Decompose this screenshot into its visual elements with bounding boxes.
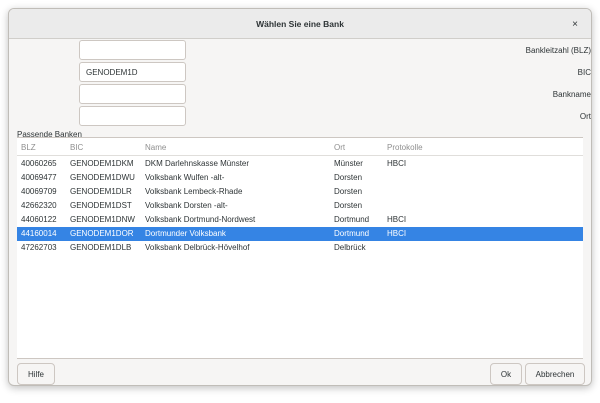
cell-protokolle: HBCI [387,215,407,224]
bank-list-header: BLZ BIC Name Ort Protokolle [17,138,583,156]
column-header-name[interactable]: Name [145,143,166,152]
cell-ort: Dortmund [334,229,370,238]
cell-protokolle: HBCI [387,229,407,238]
ok-button[interactable]: Ok [490,363,522,385]
table-row[interactable]: 47262703 GENODEM1DLB Volksbank Delbrück-Hö… [17,241,583,255]
column-header-bic[interactable]: BIC [70,143,83,152]
cell-name: Dortmunder Volksbank [145,229,226,238]
column-header-protokolle[interactable]: Protokolle [387,143,423,152]
cell-protokolle: HBCI [387,159,407,168]
cell-bic: GENODEM1DWU [70,173,135,182]
cell-bic: GENODEM1DOR [70,229,134,238]
cell-name: Volksbank Dortmund-Nordwest [145,215,256,224]
table-row[interactable]: 44160014 GENODEM1DOR Dortmunder Volksbank D… [17,227,583,241]
cell-bic: GENODEM1DST [70,201,132,210]
cell-bic: GENODEM1DLR [70,187,132,196]
bic-field[interactable] [79,62,186,82]
cell-bic: GENODEM1DNW [70,215,135,224]
cell-ort: Dortmund [334,215,370,224]
cell-name: Volksbank Wulfen -alt- [145,173,225,182]
cell-bic: GENODEM1DKM [70,159,134,168]
cell-blz: 44060122 [21,215,57,224]
bank-list[interactable]: BLZ BIC Name Ort Protokolle 40060265 GENO… [17,137,583,359]
table-row[interactable]: 44060122 GENODEM1DNW Volksbank Dortmund-No… [17,213,583,227]
dialog-title: Wählen Sie eine Bank [256,18,344,29]
blz-field[interactable] [79,40,186,60]
bank-selection-dialog: Wählen Sie eine Bank × Bankleitzahl (BLZ… [8,8,592,386]
cell-name: DKM Darlehnskasse Münster [145,159,250,168]
cell-blz: 44160014 [21,229,57,238]
cell-blz: 40069709 [21,187,57,196]
table-row[interactable]: 42662320 GENODEM1DST Volksbank Dorsten -al… [17,199,583,213]
cell-bic: GENODEM1DLB [70,243,132,252]
close-icon[interactable]: × [567,16,583,32]
cell-blz: 42662320 [21,201,57,210]
table-row[interactable]: 40069709 GENODEM1DLR Volksbank Lembeck-Rha… [17,185,583,199]
cell-ort: Dorsten [334,173,363,182]
cell-ort: Delbrück [334,243,366,252]
cell-ort: Dorsten [334,187,363,196]
cell-name: Volksbank Lembeck-Rhade [145,187,243,196]
cell-ort: Münster [334,159,363,168]
help-button[interactable]: Hilfe [17,363,55,385]
cell-ort: Dorsten [334,201,363,210]
cell-name: Volksbank Dorsten -alt- [145,201,228,210]
cell-blz: 47262703 [21,243,57,252]
cancel-button[interactable]: Abbrechen [525,363,585,385]
cell-blz: 40060265 [21,159,57,168]
dialog-titlebar: Wählen Sie eine Bank × [9,9,591,39]
table-row[interactable]: 40069477 GENODEM1DWU Volksbank Wulfen -alt… [17,171,583,185]
table-row[interactable]: 40060265 GENODEM1DKM DKM Darlehnskasse Mün… [17,157,583,171]
bankname-field[interactable] [79,84,186,104]
ort-field[interactable] [79,106,186,126]
column-header-blz[interactable]: BLZ [21,143,36,152]
column-header-ort[interactable]: Ort [334,143,345,152]
cell-blz: 40069477 [21,173,57,182]
cell-name: Volksbank Delbrück-Hövelhof [145,243,250,252]
